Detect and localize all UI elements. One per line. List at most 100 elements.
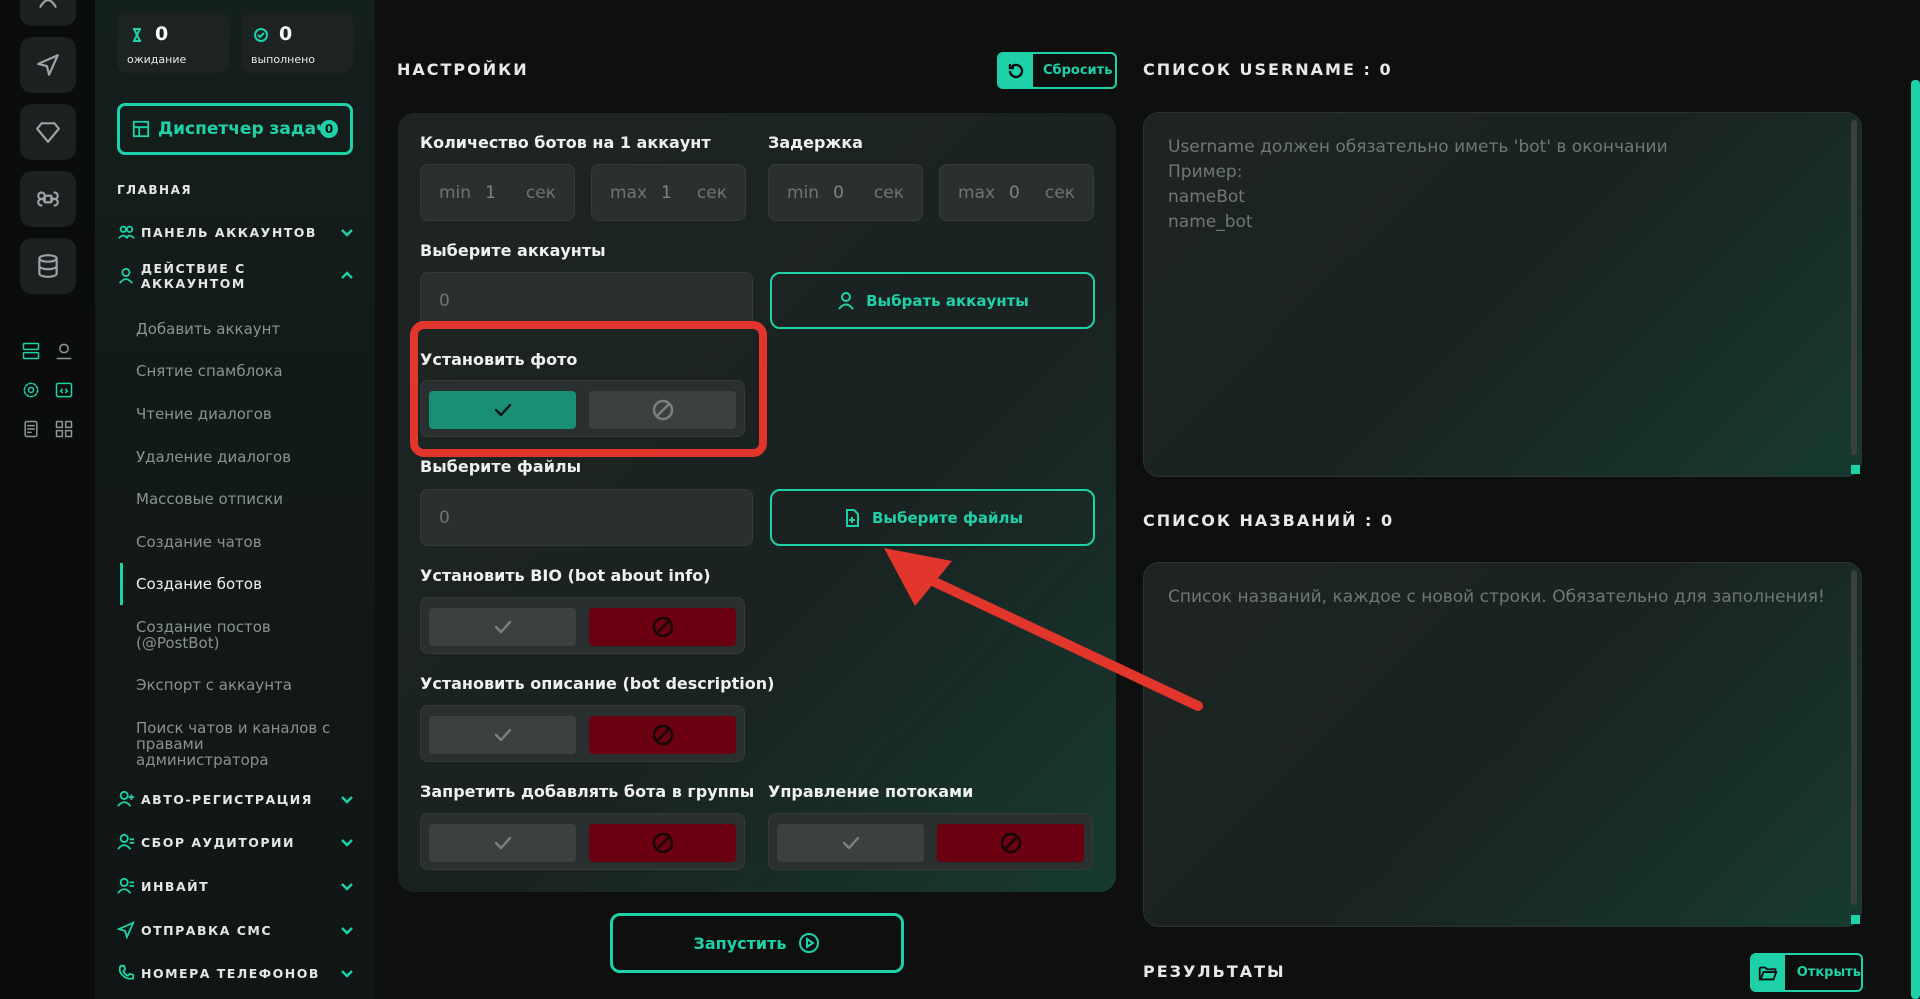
set-description-label: Установить описание (bot description) bbox=[420, 674, 775, 693]
reset-label: Сбросить bbox=[1043, 63, 1113, 78]
check-icon bbox=[494, 728, 511, 742]
unit-label: сек bbox=[1044, 182, 1075, 203]
names-resize-handle[interactable] bbox=[1851, 915, 1860, 924]
run-button[interactable]: Запустить bbox=[610, 913, 904, 973]
names-textarea[interactable]: Список названий, каждое с новой строки. … bbox=[1143, 562, 1862, 927]
chevron-down-icon bbox=[341, 883, 353, 891]
chevron-up-icon bbox=[341, 271, 353, 279]
bots-min-input[interactable]: min 1 сек bbox=[420, 164, 575, 221]
play-icon bbox=[798, 933, 819, 953]
sidebar-item-spamblock[interactable]: Снятие спамблока bbox=[136, 363, 351, 379]
refresh-icon bbox=[1008, 63, 1024, 78]
set-description-yes[interactable] bbox=[429, 716, 576, 754]
files-label: Выберите файлы bbox=[420, 457, 582, 476]
task-dispatcher-button[interactable]: Диспетчер задач 0 bbox=[117, 103, 353, 155]
sidebar-item-create-chats[interactable]: Создание чатов bbox=[136, 534, 351, 550]
set-bio-no[interactable] bbox=[589, 608, 736, 646]
user-plus-icon bbox=[117, 790, 135, 807]
names-placeholder: Список названий, каждое с новой строки. … bbox=[1168, 587, 1825, 607]
apps-icon[interactable] bbox=[53, 418, 75, 440]
sidebar-group-account-actions[interactable]: ДЕЙСТВИЕ С АККАУНТОМ bbox=[117, 261, 355, 291]
gear-icon[interactable] bbox=[20, 379, 42, 401]
diamond-icon[interactable] bbox=[20, 104, 76, 160]
files-count-field: 0 bbox=[420, 489, 753, 546]
command-icon[interactable] bbox=[20, 171, 76, 227]
audience-icon bbox=[117, 833, 135, 850]
stat-label: выполнено bbox=[251, 53, 316, 66]
sidebar-group-phones[interactable]: НОМЕРА ТЕЛЕФОНОВ bbox=[117, 962, 355, 984]
threads-no[interactable] bbox=[937, 824, 1084, 862]
placeholder-line: Пример: bbox=[1168, 162, 1243, 182]
set-bio-label: Установить BIO (bot about info) bbox=[420, 566, 711, 585]
bots-per-account-label: Количество ботов на 1 аккаунт bbox=[420, 133, 711, 152]
set-bio-yes[interactable] bbox=[429, 608, 576, 646]
code-window-icon[interactable] bbox=[53, 379, 75, 401]
sidebar-item-mass-unsubscribe[interactable]: Массовые отписки bbox=[136, 491, 351, 507]
chevron-down-icon bbox=[341, 839, 353, 847]
check-icon bbox=[494, 620, 511, 634]
page-scrollbar[interactable] bbox=[1911, 80, 1920, 999]
placeholder-line: Username должен обязательно иметь 'bot' … bbox=[1168, 137, 1668, 157]
select-accounts-label: Выбрать аккаунты bbox=[866, 291, 1029, 310]
sidebar-item-create-posts[interactable]: Создание постов (@PostBot) bbox=[136, 619, 296, 651]
files-count: 0 bbox=[439, 507, 450, 528]
settings-title: НАСТРОЙКИ bbox=[397, 60, 529, 79]
database-icon[interactable] bbox=[20, 238, 76, 294]
min-prefix: min bbox=[787, 182, 820, 203]
set-description-no[interactable] bbox=[589, 716, 736, 754]
set-bio-toggle bbox=[420, 597, 745, 654]
chevron-down-icon bbox=[341, 927, 353, 935]
username-list-title: СПИСОК USERNAME : 0 bbox=[1143, 60, 1393, 79]
min-value: 1 bbox=[485, 182, 496, 203]
forbid-groups-toggle bbox=[420, 813, 745, 870]
sidebar-group-sms[interactable]: ОТПРАВКА СМС bbox=[117, 919, 355, 941]
threads-label: Управление потоками bbox=[768, 782, 974, 801]
sidebar-group-accounts-panel[interactable]: ПАНЕЛЬ АККАУНТОВ bbox=[117, 221, 355, 243]
sidebar-item-create-bots[interactable]: Создание ботов bbox=[136, 576, 351, 592]
username-scrollbar[interactable] bbox=[1851, 120, 1857, 455]
reset-button[interactable]: Сбросить bbox=[997, 52, 1117, 89]
delay-max-input[interactable]: max 0 сек bbox=[939, 164, 1094, 221]
username-resize-handle[interactable] bbox=[1851, 465, 1860, 474]
sidebar-group-auto-registration[interactable]: АВТО-РЕГИСТРАЦИЯ bbox=[117, 788, 355, 810]
names-scrollbar[interactable] bbox=[1851, 570, 1857, 905]
forbid-groups-no[interactable] bbox=[589, 824, 736, 862]
sidebar-item-read-dialogs[interactable]: Чтение диалогов bbox=[136, 406, 351, 422]
stat-pending: 0 ожидание bbox=[117, 13, 229, 73]
dispatcher-count: 0 bbox=[320, 120, 338, 138]
sidebar-group-invite[interactable]: ИНВАЙТ bbox=[117, 875, 355, 897]
username-textarea[interactable]: Username должен обязательно иметь 'bot' … bbox=[1143, 112, 1862, 477]
open-results-button[interactable]: Открыть bbox=[1750, 953, 1863, 992]
sidebar-item-delete-dialogs[interactable]: Удаление диалогов bbox=[136, 449, 351, 465]
open-results-label: Открыть bbox=[1796, 965, 1861, 980]
highlight-box bbox=[410, 321, 767, 457]
select-accounts-button[interactable]: Выбрать аккаунты bbox=[770, 272, 1095, 329]
notes-icon[interactable] bbox=[20, 418, 42, 440]
sidebar-item-add-account[interactable]: Добавить аккаунт bbox=[136, 321, 351, 337]
sidebar-group-label: НОМЕРА ТЕЛЕФОНОВ bbox=[141, 965, 320, 981]
stat-value: 0 bbox=[155, 23, 169, 45]
check-circle-icon bbox=[254, 28, 268, 42]
map-pin-icon[interactable] bbox=[53, 340, 75, 362]
ban-icon bbox=[652, 832, 673, 854]
chevron-down-icon bbox=[341, 970, 353, 978]
sidebar-group-audience[interactable]: СБОР АУДИТОРИИ bbox=[117, 831, 355, 853]
unit-label: сек bbox=[525, 182, 556, 203]
sidebar-item-export[interactable]: Экспорт с аккаунта bbox=[136, 677, 351, 693]
select-files-button[interactable]: Выберите файлы bbox=[770, 489, 1095, 546]
threads-yes[interactable] bbox=[777, 824, 924, 862]
set-description-toggle bbox=[420, 705, 745, 762]
ban-icon bbox=[652, 616, 673, 638]
stat-value: 0 bbox=[279, 23, 293, 45]
bots-max-input[interactable]: max 1 сек bbox=[591, 164, 746, 221]
forbid-groups-yes[interactable] bbox=[429, 824, 576, 862]
home-icon[interactable] bbox=[20, 0, 76, 26]
chevron-down-icon bbox=[341, 796, 353, 804]
accounts-label: Выберите аккаунты bbox=[420, 241, 606, 260]
sidebar-group-label: ДЕЙСТВИЕ С АККАУНТОМ bbox=[140, 261, 246, 291]
delay-min-input[interactable]: min 0 сек bbox=[768, 164, 923, 221]
server-icon[interactable] bbox=[20, 340, 42, 362]
send-icon[interactable] bbox=[20, 37, 76, 93]
sidebar-item-admin-search[interactable]: Поиск чатов и каналов с правами админист… bbox=[136, 720, 336, 768]
check-icon bbox=[494, 836, 511, 850]
